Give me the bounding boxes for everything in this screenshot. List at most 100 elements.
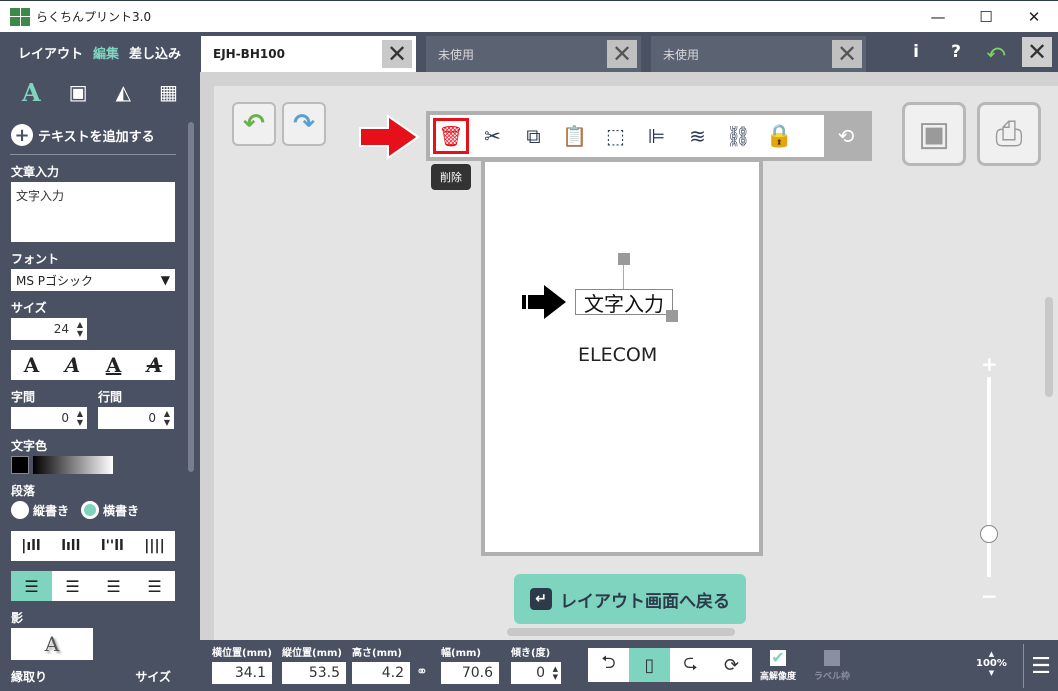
- vertical-radio[interactable]: [11, 501, 29, 519]
- mode-tab-edit[interactable]: 編集: [93, 43, 119, 62]
- link-icon[interactable]: ⚭: [416, 664, 428, 680]
- add-text-button[interactable]: + テキストを追加する: [11, 120, 200, 150]
- elecom-text-element[interactable]: ELECOM: [578, 344, 657, 366]
- selected-text-element[interactable]: 文字入力: [575, 289, 673, 316]
- undo-icon[interactable]: ⤺: [976, 32, 1016, 72]
- rotation-handle[interactable]: [618, 253, 630, 265]
- align-top-icon[interactable]: l''ll: [101, 538, 124, 554]
- horizontal-scrollbar[interactable]: [507, 628, 735, 636]
- height-input[interactable]: 4.2: [352, 662, 410, 684]
- app-icon: [10, 7, 30, 26]
- close-icon[interactable]: ✕: [832, 40, 862, 68]
- undo-button[interactable]: ↶: [232, 102, 276, 146]
- text-tool-icon[interactable]: A: [22, 78, 41, 107]
- line-spacing-stepper[interactable]: 0 ▲ ▼: [98, 407, 174, 429]
- rotate-right-icon[interactable]: ⮎: [670, 648, 711, 682]
- bold-button[interactable]: A: [24, 353, 40, 377]
- paragraph-label: 段落: [11, 484, 36, 498]
- back-to-layout-button[interactable]: ↵ レイアウト画面へ戻る: [514, 574, 746, 624]
- size-stepper[interactable]: 24 ▲ ▼: [11, 318, 87, 340]
- doc-tab-2[interactable]: 未使用 ✕: [426, 36, 641, 72]
- zoom-percent[interactable]: ▲ 100% ▼: [976, 650, 1007, 677]
- color-gradient-picker[interactable]: [33, 456, 113, 474]
- color-swatch[interactable]: [11, 456, 29, 474]
- qrcode-tool-icon[interactable]: ▦: [159, 80, 178, 104]
- doc-tab-3[interactable]: 未使用 ✕: [651, 36, 866, 72]
- zoom-in-button[interactable]: +: [981, 352, 998, 376]
- rotate-icon[interactable]: ⟲: [824, 115, 868, 157]
- align-icon[interactable]: ⊫: [636, 115, 677, 157]
- lock-icon[interactable]: 🔒: [759, 115, 800, 157]
- zoom-up-icon[interactable]: ▲: [976, 650, 1007, 658]
- label-frame-option[interactable]: ラベル枠: [814, 650, 850, 682]
- align-center-icon[interactable]: ☰: [52, 577, 93, 596]
- select-area-icon[interactable]: ⬚: [595, 115, 636, 157]
- vertical-scrollbar[interactable]: [1045, 297, 1053, 397]
- dropdown-arrow-icon: ▼: [160, 273, 170, 287]
- menu-list-icon[interactable]: ☰: [1023, 644, 1058, 688]
- stepper-arrows-icon[interactable]: ▲ ▼: [77, 409, 83, 427]
- align-left-icon[interactable]: ☰: [11, 571, 52, 601]
- x-position-input[interactable]: 34.1: [212, 662, 272, 684]
- zoom-down-icon[interactable]: ▼: [976, 669, 1007, 677]
- edit-toolbar: 🗑 ✂ ⧉ 📋 ⬚ ⊫ ≋ ⛓ 🔒 ⟲: [426, 111, 872, 161]
- width-input[interactable]: 70.6: [441, 662, 499, 684]
- rotate-left-icon[interactable]: ⮌: [588, 648, 629, 682]
- label-frame-label: ラベル枠: [814, 672, 851, 682]
- underline-button[interactable]: A: [106, 353, 122, 377]
- justify-vertical-icon[interactable]: ||||: [144, 538, 164, 554]
- zoom-out-button[interactable]: −: [981, 584, 998, 608]
- redo-button[interactable]: ↷: [282, 102, 326, 146]
- hires-option[interactable]: ✔ 高解像度: [760, 650, 796, 683]
- justify-icon[interactable]: ☰: [134, 577, 175, 596]
- mode-tab-merge[interactable]: 差し込み: [129, 43, 181, 62]
- align-middle-icon[interactable]: lıll: [61, 538, 80, 554]
- maximize-button[interactable]: ☐: [962, 1, 1010, 33]
- save-button[interactable]: ▣: [902, 102, 966, 166]
- width-label: 幅(mm): [441, 648, 481, 659]
- zoom-slider-track[interactable]: [987, 377, 991, 577]
- doc-tab-1[interactable]: EJH-BH100 ✕: [201, 36, 416, 72]
- resize-handle[interactable]: [666, 310, 678, 322]
- portrait-icon[interactable]: ▯: [629, 648, 670, 682]
- paste-icon[interactable]: 📋: [554, 115, 595, 157]
- tilt-input[interactable]: 0 ▲ ▼: [511, 662, 561, 684]
- close-icon[interactable]: ✕: [382, 40, 412, 68]
- stepper-arrows-icon[interactable]: ▲ ▼: [553, 665, 558, 681]
- checkbox-icon[interactable]: [824, 650, 840, 666]
- print-button[interactable]: ⎙: [977, 102, 1041, 166]
- zoom-slider-knob[interactable]: [980, 525, 998, 543]
- italic-button[interactable]: A: [65, 353, 81, 377]
- char-spacing-stepper[interactable]: 0 ▲ ▼: [11, 407, 87, 429]
- align-right-icon[interactable]: ☰: [93, 577, 134, 596]
- close-icon[interactable]: ✕: [607, 40, 637, 68]
- rotate-180-icon[interactable]: ⟳: [711, 648, 752, 682]
- help-button[interactable]: ?: [936, 32, 976, 72]
- align-bottom-icon[interactable]: |ıll: [21, 538, 41, 554]
- rotation-handle-line: [623, 264, 624, 290]
- horizontal-radio[interactable]: [81, 501, 100, 519]
- font-select[interactable]: MS Pゴシック ▼: [11, 269, 175, 291]
- text-input-field[interactable]: 文字入力: [11, 182, 175, 242]
- check-icon[interactable]: ✔: [770, 650, 786, 666]
- strikethrough-button[interactable]: A: [147, 353, 163, 377]
- layers-icon[interactable]: ≋: [677, 115, 718, 157]
- mode-tab-layout[interactable]: レイアウト: [18, 43, 83, 62]
- y-position-input[interactable]: 53.5: [282, 662, 346, 684]
- window-close-button[interactable]: ✕: [1010, 1, 1058, 33]
- info-button[interactable]: i: [896, 32, 936, 72]
- shadow-button[interactable]: A: [11, 628, 93, 660]
- sidebar-scrollbar[interactable]: [188, 122, 194, 472]
- stepper-arrows-icon[interactable]: ▲ ▼: [77, 320, 83, 338]
- cut-icon[interactable]: ✂: [472, 115, 513, 157]
- app-window: らくちんプリント3.0 — ☐ ✕ レイアウト 編集 差し込み EJH-BH10…: [0, 0, 1058, 691]
- group-link-icon[interactable]: ⛓: [718, 115, 759, 157]
- image-tool-icon[interactable]: ▣: [69, 80, 88, 104]
- close-all-button[interactable]: ✕: [1022, 37, 1052, 67]
- copy-icon[interactable]: ⧉: [513, 115, 554, 157]
- shape-tool-icon[interactable]: ◭: [116, 80, 131, 104]
- minimize-button[interactable]: —: [914, 1, 962, 33]
- doc-tab-label: 未使用: [663, 47, 700, 62]
- stepper-arrows-icon[interactable]: ▲ ▼: [164, 409, 170, 427]
- delete-icon[interactable]: 🗑: [433, 118, 469, 154]
